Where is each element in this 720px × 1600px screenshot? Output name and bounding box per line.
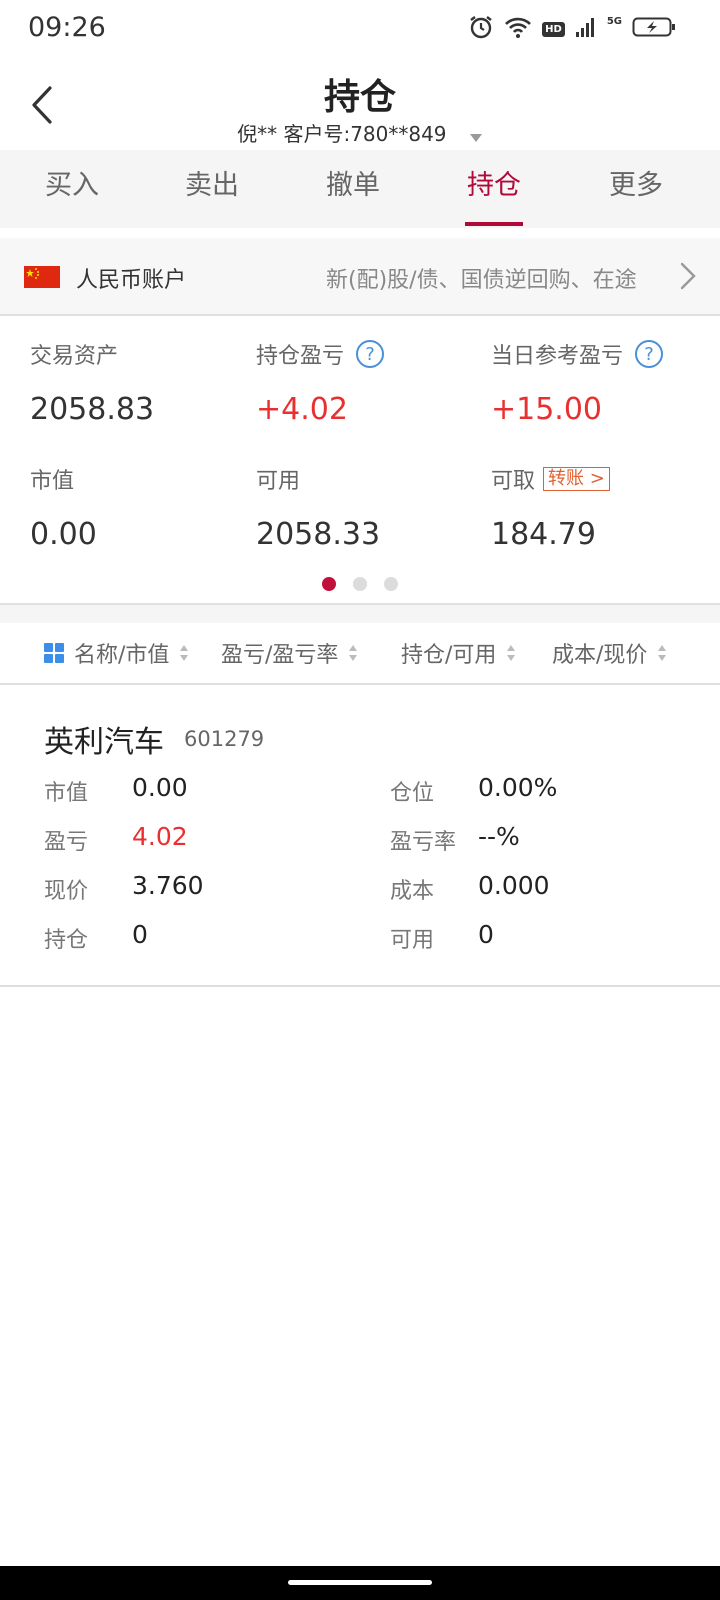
holding-label: 持仓 [44, 928, 89, 953]
help-icon[interactable]: ? [356, 340, 385, 368]
daily-pnl-value: +15.00 [491, 392, 603, 427]
pnl-rate-value: --% [478, 822, 520, 851]
available-label: 可用 [256, 469, 301, 494]
daily-pnl-label: 当日参考盈亏 [491, 344, 624, 369]
available-qty-value: 0 [478, 920, 494, 949]
page-dot[interactable] [353, 577, 367, 591]
wifi-icon [504, 15, 532, 43]
home-gesture-handle[interactable] [288, 1580, 432, 1585]
tab-sell[interactable]: 卖出 [140, 150, 284, 228]
hd-badge: HD [542, 21, 565, 37]
tab-buy[interactable]: 买入 [0, 150, 144, 228]
status-icons: HD 5G [468, 14, 676, 44]
cost-value: 0.000 [478, 871, 550, 900]
signal-icon [575, 16, 597, 42]
rmb-account-row[interactable]: 人民币账户 新(配)股/债、国债逆回购、在途 [0, 238, 720, 316]
battery-icon [632, 16, 676, 42]
page-header: 持仓 倪** 客户号:780**849 [0, 60, 720, 150]
account-selector[interactable]: 倪** 客户号:780**849 [0, 118, 720, 148]
sort-icon [179, 643, 189, 663]
market-value-label: 市值 [30, 469, 75, 494]
trade-assets-label: 交易资产 [30, 344, 119, 369]
position-ratio-label: 仓位 [390, 781, 435, 806]
pnl-label: 盈亏 [44, 830, 89, 855]
account-id-text: 倪** 客户号:780**849 [237, 122, 447, 146]
column-label: 成本/现价 [552, 643, 648, 668]
market-value-cell: 市值 0.00 [30, 463, 97, 552]
sort-name-column[interactable]: 名称/市值 [44, 637, 189, 669]
caret-down-icon [469, 124, 483, 148]
section-divider [0, 603, 720, 623]
column-label: 名称/市值 [74, 643, 170, 668]
status-time: 09:26 [28, 12, 106, 43]
position-pnl-cell: 持仓盈亏 ? +4.02 [256, 338, 385, 427]
tab-holdings-label: 持仓 [467, 170, 521, 201]
holdings-column-header: 名称/市值 盈亏/盈亏率 持仓/可用 成本/现价 [0, 623, 720, 685]
sort-icon [506, 643, 516, 663]
trade-tabs: 买入 卖出 撤单 持仓 更多 [0, 150, 720, 228]
available-qty-label: 可用 [390, 928, 435, 953]
market-value-label: 市值 [44, 781, 89, 806]
status-bar: 09:26 HD 5G [0, 0, 720, 60]
pnl-rate-label: 盈亏率 [390, 830, 457, 855]
grid-view-icon [44, 643, 64, 663]
trade-assets-cell: 交易资产 2058.83 [30, 338, 154, 427]
stock-name: 英利汽车 [44, 725, 164, 760]
chevron-right-icon [680, 262, 696, 294]
column-label: 盈亏/盈亏率 [221, 643, 339, 668]
tab-holdings[interactable]: 持仓 [422, 150, 566, 228]
market-value-value: 0.00 [30, 517, 97, 552]
withdrawable-cell: 可取 转账 > 184.79 [491, 463, 610, 552]
sort-icon [348, 643, 358, 663]
alarm-icon [468, 14, 494, 44]
tab-cancel[interactable]: 撤单 [281, 150, 425, 228]
position-ratio-value: 0.00% [478, 773, 558, 802]
network-5g-label: 5G [606, 15, 622, 27]
pnl-value: 4.02 [132, 822, 188, 851]
cost-label: 成本 [390, 879, 435, 904]
withdrawable-label: 可取 [491, 469, 536, 494]
price-value: 3.760 [132, 871, 204, 900]
holding-card[interactable]: 英利汽车 601279 市值 0.00 仓位 0.00% 盈亏 4.02 盈亏率… [0, 687, 720, 987]
trade-assets-value: 2058.83 [30, 392, 155, 427]
available-value: 2058.33 [256, 517, 381, 552]
stock-code: 601279 [184, 727, 265, 751]
sort-icon [657, 643, 667, 663]
column-label: 持仓/可用 [401, 643, 497, 668]
daily-pnl-cell: 当日参考盈亏 ? +15.00 [491, 338, 664, 427]
holding-value: 0 [132, 920, 148, 949]
china-flag-icon [24, 266, 60, 288]
tab-more[interactable]: 更多 [564, 150, 708, 228]
account-description: 新(配)股/债、国债逆回购、在途 [326, 268, 637, 293]
available-cell: 可用 2058.33 [256, 463, 380, 552]
price-label: 现价 [44, 879, 89, 904]
sort-pnl-column[interactable]: 盈亏/盈亏率 [221, 637, 358, 669]
asset-summary: 交易资产 2058.83 持仓盈亏 ? +4.02 当日参考盈亏 ? +15.0… [0, 318, 720, 603]
page-title: 持仓 [323, 77, 396, 118]
page-dot[interactable] [384, 577, 399, 591]
system-nav-bar [0, 1566, 720, 1600]
market-value-value: 0.00 [132, 773, 188, 802]
withdrawable-value: 184.79 [491, 517, 596, 552]
sort-holding-column[interactable]: 持仓/可用 [401, 637, 516, 669]
active-tab-underline [465, 222, 523, 226]
position-pnl-value: +4.02 [256, 392, 348, 427]
page-indicator [0, 576, 720, 595]
account-name: 人民币账户 [76, 268, 187, 293]
page-dot-active[interactable] [321, 577, 336, 591]
position-pnl-label: 持仓盈亏 [256, 344, 345, 369]
help-icon[interactable]: ? [635, 340, 664, 368]
transfer-button[interactable]: 转账 > [543, 467, 610, 491]
sort-cost-column[interactable]: 成本/现价 [552, 637, 667, 669]
